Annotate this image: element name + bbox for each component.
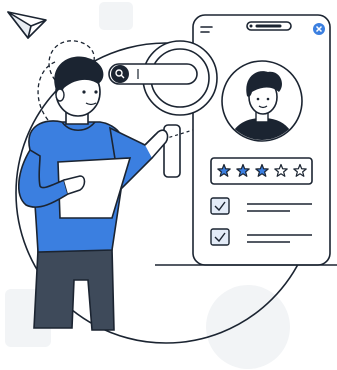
close-icon[interactable] [313, 23, 325, 35]
checkbox-1[interactable] [210, 197, 230, 215]
paper-plane-icon [7, 11, 47, 39]
illustration [5, 2, 337, 369]
phone-card [192, 14, 331, 266]
person [17, 56, 169, 331]
checkbox-2[interactable] [210, 228, 230, 246]
search-query-text [131, 65, 191, 81]
bg-square-top [99, 2, 133, 30]
bg-circle-bottom [206, 285, 290, 369]
search-icon-bg [111, 65, 129, 83]
